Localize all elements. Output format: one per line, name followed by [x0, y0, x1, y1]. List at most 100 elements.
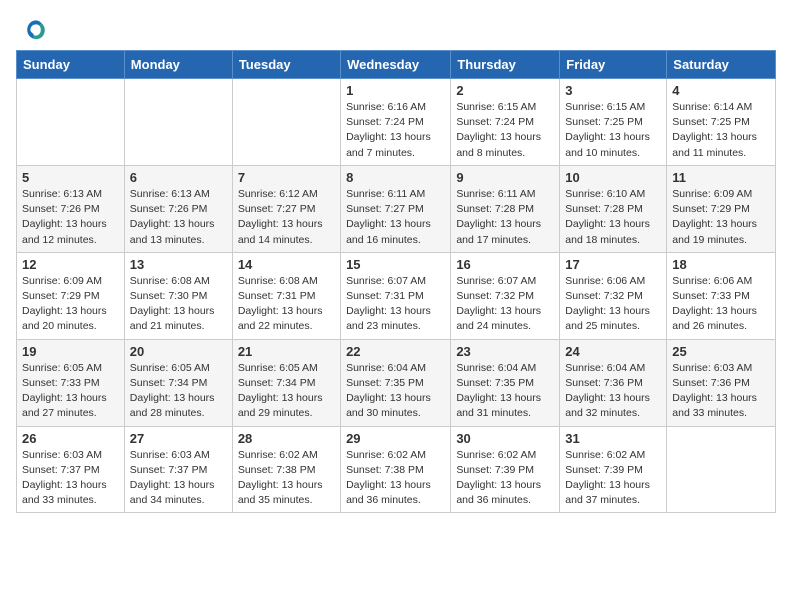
calendar-day-header: Thursday [451, 51, 560, 79]
day-info: Sunrise: 6:13 AMSunset: 7:26 PMDaylight:… [22, 187, 119, 248]
calendar-day-header: Monday [124, 51, 232, 79]
calendar-cell [17, 79, 125, 166]
day-info: Sunrise: 6:02 AMSunset: 7:39 PMDaylight:… [456, 448, 554, 509]
day-info: Sunrise: 6:07 AMSunset: 7:31 PMDaylight:… [346, 274, 445, 335]
calendar-week-row: 1 Sunrise: 6:16 AMSunset: 7:24 PMDaylight… [17, 79, 776, 166]
calendar-cell [667, 426, 776, 513]
day-number: 30 [456, 431, 554, 446]
day-info: Sunrise: 6:02 AMSunset: 7:38 PMDaylight:… [238, 448, 335, 509]
day-info: Sunrise: 6:08 AMSunset: 7:31 PMDaylight:… [238, 274, 335, 335]
day-info: Sunrise: 6:05 AMSunset: 7:33 PMDaylight:… [22, 361, 119, 422]
calendar-cell: 7 Sunrise: 6:12 AMSunset: 7:27 PMDaylight… [232, 165, 340, 252]
day-info: Sunrise: 6:14 AMSunset: 7:25 PMDaylight:… [672, 100, 770, 161]
day-info: Sunrise: 6:15 AMSunset: 7:24 PMDaylight:… [456, 100, 554, 161]
day-number: 3 [565, 83, 661, 98]
calendar-week-row: 12Sunrise: 6:09 AMSunset: 7:29 PMDayligh… [17, 252, 776, 339]
day-number: 24 [565, 344, 661, 359]
calendar-cell: 2Sunrise: 6:15 AMSunset: 7:24 PMDaylight… [451, 79, 560, 166]
calendar-cell: 28 Sunrise: 6:02 AMSunset: 7:38 PMDayligh… [232, 426, 340, 513]
day-info: Sunrise: 6:04 AMSunset: 7:36 PMDaylight:… [565, 361, 661, 422]
day-info: Sunrise: 6:04 AMSunset: 7:35 PMDaylight:… [346, 361, 445, 422]
day-info: Sunrise: 6:08 AMSunset: 7:30 PMDaylight:… [130, 274, 227, 335]
day-number: 1 [346, 83, 445, 98]
day-info: Sunrise: 6:03 AMSunset: 7:36 PMDaylight:… [672, 361, 770, 422]
calendar-cell: 25 Sunrise: 6:03 AMSunset: 7:36 PMDayligh… [667, 339, 776, 426]
day-number: 26 [22, 431, 119, 446]
calendar-cell: 8Sunrise: 6:11 AMSunset: 7:27 PMDaylight… [341, 165, 451, 252]
logo-icon [24, 18, 48, 42]
page-header [0, 0, 792, 50]
calendar-cell [232, 79, 340, 166]
day-number: 31 [565, 431, 661, 446]
day-info: Sunrise: 6:15 AMSunset: 7:25 PMDaylight:… [565, 100, 661, 161]
day-info: Sunrise: 6:12 AMSunset: 7:27 PMDaylight:… [238, 187, 335, 248]
day-number: 17 [565, 257, 661, 272]
calendar-cell: 22 Sunrise: 6:04 AMSunset: 7:35 PMDayligh… [341, 339, 451, 426]
day-number: 29 [346, 431, 445, 446]
day-info: Sunrise: 6:02 AMSunset: 7:39 PMDaylight:… [565, 448, 661, 509]
calendar-cell: 31 Sunrise: 6:02 AMSunset: 7:39 PMDayligh… [560, 426, 667, 513]
day-info: Sunrise: 6:09 AMSunset: 7:29 PMDaylight:… [22, 274, 119, 335]
day-info: Sunrise: 6:03 AMSunset: 7:37 PMDaylight:… [22, 448, 119, 509]
day-info: Sunrise: 6:13 AMSunset: 7:26 PMDaylight:… [130, 187, 227, 248]
calendar-day-header: Sunday [17, 51, 125, 79]
calendar-cell: 15Sunrise: 6:07 AMSunset: 7:31 PMDayligh… [341, 252, 451, 339]
calendar-cell: 17 Sunrise: 6:06 AMSunset: 7:32 PMDayligh… [560, 252, 667, 339]
calendar-cell: 13 Sunrise: 6:08 AMSunset: 7:30 PMDayligh… [124, 252, 232, 339]
calendar-cell: 14 Sunrise: 6:08 AMSunset: 7:31 PMDayligh… [232, 252, 340, 339]
day-number: 13 [130, 257, 227, 272]
calendar-cell: 18Sunrise: 6:06 AMSunset: 7:33 PMDayligh… [667, 252, 776, 339]
calendar-cell: 26 Sunrise: 6:03 AMSunset: 7:37 PMDayligh… [17, 426, 125, 513]
day-number: 20 [130, 344, 227, 359]
calendar-cell: 10 Sunrise: 6:10 AMSunset: 7:28 PMDayligh… [560, 165, 667, 252]
calendar-cell [124, 79, 232, 166]
calendar-cell: 19 Sunrise: 6:05 AMSunset: 7:33 PMDayligh… [17, 339, 125, 426]
calendar-cell: 4 Sunrise: 6:14 AMSunset: 7:25 PMDaylight… [667, 79, 776, 166]
day-info: Sunrise: 6:06 AMSunset: 7:32 PMDaylight:… [565, 274, 661, 335]
day-number: 25 [672, 344, 770, 359]
calendar-week-row: 26 Sunrise: 6:03 AMSunset: 7:37 PMDayligh… [17, 426, 776, 513]
calendar-cell: 12Sunrise: 6:09 AMSunset: 7:29 PMDayligh… [17, 252, 125, 339]
day-info: Sunrise: 6:16 AMSunset: 7:24 PMDaylight:… [346, 100, 445, 161]
day-number: 9 [456, 170, 554, 185]
calendar-table: SundayMondayTuesdayWednesdayThursdayFrid… [16, 50, 776, 513]
day-info: Sunrise: 6:07 AMSunset: 7:32 PMDaylight:… [456, 274, 554, 335]
day-number: 18 [672, 257, 770, 272]
day-info: Sunrise: 6:04 AMSunset: 7:35 PMDaylight:… [456, 361, 554, 422]
day-info: Sunrise: 6:03 AMSunset: 7:37 PMDaylight:… [130, 448, 227, 509]
day-number: 16 [456, 257, 554, 272]
calendar-cell: 27 Sunrise: 6:03 AMSunset: 7:37 PMDayligh… [124, 426, 232, 513]
day-number: 27 [130, 431, 227, 446]
day-number: 28 [238, 431, 335, 446]
day-number: 4 [672, 83, 770, 98]
day-number: 21 [238, 344, 335, 359]
calendar-cell: 1 Sunrise: 6:16 AMSunset: 7:24 PMDaylight… [341, 79, 451, 166]
calendar-cell: 6 Sunrise: 6:13 AMSunset: 7:26 PMDaylight… [124, 165, 232, 252]
calendar-week-row: 5Sunrise: 6:13 AMSunset: 7:26 PMDaylight… [17, 165, 776, 252]
calendar-cell: 29 Sunrise: 6:02 AMSunset: 7:38 PMDayligh… [341, 426, 451, 513]
day-info: Sunrise: 6:10 AMSunset: 7:28 PMDaylight:… [565, 187, 661, 248]
day-number: 14 [238, 257, 335, 272]
day-info: Sunrise: 6:05 AMSunset: 7:34 PMDaylight:… [130, 361, 227, 422]
day-number: 10 [565, 170, 661, 185]
calendar-header-row: SundayMondayTuesdayWednesdayThursdayFrid… [17, 51, 776, 79]
day-info: Sunrise: 6:09 AMSunset: 7:29 PMDaylight:… [672, 187, 770, 248]
day-number: 8 [346, 170, 445, 185]
day-info: Sunrise: 6:02 AMSunset: 7:38 PMDaylight:… [346, 448, 445, 509]
day-info: Sunrise: 6:11 AMSunset: 7:28 PMDaylight:… [456, 187, 554, 248]
calendar-wrapper: SundayMondayTuesdayWednesdayThursdayFrid… [0, 50, 792, 513]
day-number: 23 [456, 344, 554, 359]
day-number: 11 [672, 170, 770, 185]
calendar-day-header: Wednesday [341, 51, 451, 79]
calendar-cell: 20 Sunrise: 6:05 AMSunset: 7:34 PMDayligh… [124, 339, 232, 426]
day-number: 22 [346, 344, 445, 359]
day-number: 7 [238, 170, 335, 185]
calendar-cell: 9 Sunrise: 6:11 AMSunset: 7:28 PMDaylight… [451, 165, 560, 252]
calendar-day-header: Friday [560, 51, 667, 79]
day-number: 6 [130, 170, 227, 185]
day-number: 19 [22, 344, 119, 359]
calendar-cell: 30 Sunrise: 6:02 AMSunset: 7:39 PMDayligh… [451, 426, 560, 513]
calendar-week-row: 19 Sunrise: 6:05 AMSunset: 7:33 PMDayligh… [17, 339, 776, 426]
calendar-day-header: Saturday [667, 51, 776, 79]
calendar-cell: 16 Sunrise: 6:07 AMSunset: 7:32 PMDayligh… [451, 252, 560, 339]
